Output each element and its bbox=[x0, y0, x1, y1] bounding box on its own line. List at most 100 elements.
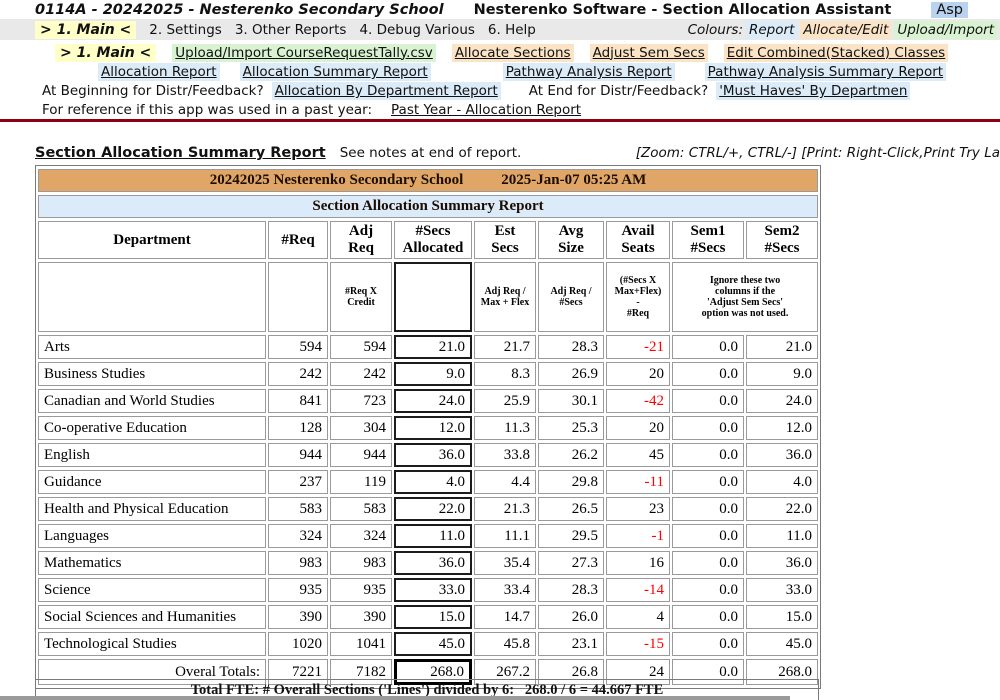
avg-size-cell: 25.3 bbox=[538, 416, 604, 440]
past-year-allocation-report-link[interactable]: Past Year - Allocation Report bbox=[388, 101, 584, 119]
req-cell: 128 bbox=[268, 416, 328, 440]
sem1-secs-cell: 0.0 bbox=[672, 443, 744, 467]
avail-seats-cell: 20 bbox=[606, 416, 670, 440]
adj-req-cell: 723 bbox=[330, 389, 392, 413]
allocation-by-department-link[interactable]: Allocation By Department Report bbox=[272, 82, 501, 100]
sem2-secs-cell: 24.0 bbox=[746, 389, 818, 413]
past-year-row: For reference if this app was used in a … bbox=[0, 101, 1000, 119]
col-header-6: Avail Seats bbox=[606, 221, 670, 259]
sem1-secs-cell: 0.0 bbox=[672, 605, 744, 629]
secs-allocated-cell[interactable]: 9.0 bbox=[394, 362, 472, 386]
tab-main[interactable]: > 1. Main < bbox=[35, 21, 136, 39]
secs-allocated-cell[interactable]: 45.0 bbox=[394, 632, 472, 656]
tab-settings[interactable]: 2. Settings bbox=[149, 22, 222, 38]
col-subheader-1 bbox=[268, 262, 328, 332]
horizontal-scrollbar[interactable] bbox=[0, 696, 790, 700]
avail-seats-cell: 23 bbox=[606, 497, 670, 521]
edit-combined-link[interactable]: Edit Combined(Stacked) Classes bbox=[724, 44, 948, 62]
avg-size-cell: 27.3 bbox=[538, 551, 604, 575]
department-cell: Guidance bbox=[38, 470, 266, 494]
secs-allocated-cell[interactable]: 36.0 bbox=[394, 551, 472, 575]
zoom-print-hints: [Zoom: CTRL/+, CTRL/-] [Print: Right-Cli… bbox=[636, 145, 1000, 161]
allocation-report-link[interactable]: Allocation Report bbox=[98, 63, 220, 81]
allocate-sections-link[interactable]: Allocate Sections bbox=[452, 44, 574, 62]
department-cell: Arts bbox=[38, 335, 266, 359]
secs-allocated-cell[interactable]: 21.0 bbox=[394, 335, 472, 359]
table-row: Health and Physical Education58358322.02… bbox=[38, 497, 818, 521]
department-cell: Technological Studies bbox=[38, 632, 266, 656]
allocation-summary-table: 20242025 Nesterenko Secondary School2025… bbox=[35, 165, 821, 689]
col-header-3: #Secs Allocated bbox=[394, 221, 472, 259]
est-secs-cell: 14.7 bbox=[474, 605, 536, 629]
adj-req-cell: 304 bbox=[330, 416, 392, 440]
past-year-label: For reference if this app was used in a … bbox=[42, 102, 372, 118]
avg-size-cell: 28.3 bbox=[538, 335, 604, 359]
adj-req-cell: 242 bbox=[330, 362, 392, 386]
req-cell: 324 bbox=[268, 524, 328, 548]
req-cell: 1020 bbox=[268, 632, 328, 656]
secs-allocated-cell[interactable]: 33.0 bbox=[394, 578, 472, 602]
pathway-analysis-report-link[interactable]: Pathway Analysis Report bbox=[503, 63, 675, 81]
col-header-5: Avg Size bbox=[538, 221, 604, 259]
req-cell: 935 bbox=[268, 578, 328, 602]
avg-size-cell: 23.1 bbox=[538, 632, 604, 656]
table-row: Business Studies2422429.08.326.9200.09.0 bbox=[38, 362, 818, 386]
adj-req-cell: 944 bbox=[330, 443, 392, 467]
col-subheader-2: #Req X Credit bbox=[330, 262, 392, 332]
est-secs-cell: 45.8 bbox=[474, 632, 536, 656]
avail-seats-cell: -15 bbox=[606, 632, 670, 656]
secs-allocated-cell[interactable]: 22.0 bbox=[394, 497, 472, 521]
est-secs-cell: 21.3 bbox=[474, 497, 536, 521]
sem1-secs-cell: 0.0 bbox=[672, 335, 744, 359]
caption-datetime: 2025-Jan-07 05:25 AM bbox=[501, 172, 646, 188]
secs-allocated-cell[interactable]: 12.0 bbox=[394, 416, 472, 440]
avg-size-cell: 26.9 bbox=[538, 362, 604, 386]
title-bar: 0114A - 20242025 - Nesterenko Secondary … bbox=[0, 0, 1000, 19]
secs-allocated-cell[interactable]: 11.0 bbox=[394, 524, 472, 548]
col-header-0: Department bbox=[38, 221, 266, 259]
sem2-secs-cell: 45.0 bbox=[746, 632, 818, 656]
sem2-secs-cell: 33.0 bbox=[746, 578, 818, 602]
est-secs-cell: 25.9 bbox=[474, 389, 536, 413]
secs-allocated-cell[interactable]: 24.0 bbox=[394, 389, 472, 413]
table-row: Languages32432411.011.129.5-10.011.0 bbox=[38, 524, 818, 548]
secs-allocated-cell[interactable]: 15.0 bbox=[394, 605, 472, 629]
secs-allocated-cell[interactable]: 4.0 bbox=[394, 470, 472, 494]
secs-allocated-cell[interactable]: 36.0 bbox=[394, 443, 472, 467]
sem1-secs-cell: 0.0 bbox=[672, 416, 744, 440]
req-cell: 237 bbox=[268, 470, 328, 494]
avail-seats-cell: 16 bbox=[606, 551, 670, 575]
req-cell: 841 bbox=[268, 389, 328, 413]
upload-import-link[interactable]: Upload/Import CourseRequestTally.csv bbox=[172, 44, 436, 62]
report-links-row: Allocation Report Allocation Summary Rep… bbox=[0, 63, 1000, 81]
tab-help[interactable]: 6. Help bbox=[488, 22, 536, 38]
adjust-sem-secs-link[interactable]: Adjust Sem Secs bbox=[590, 44, 708, 62]
sem2-secs-cell: 22.0 bbox=[746, 497, 818, 521]
est-secs-cell: 33.4 bbox=[474, 578, 536, 602]
asp-link[interactable]: Asp bbox=[931, 2, 968, 18]
tab-other-reports[interactable]: 3. Other Reports bbox=[235, 22, 347, 38]
avg-size-cell: 29.8 bbox=[538, 470, 604, 494]
department-cell: Business Studies bbox=[38, 362, 266, 386]
end-feedback-label: At End for Distr/Feedback? bbox=[529, 83, 708, 99]
col-header-2: Adj Req bbox=[330, 221, 392, 259]
req-cell: 242 bbox=[268, 362, 328, 386]
table-row: English94494436.033.826.2450.036.0 bbox=[38, 443, 818, 467]
avail-seats-cell: -1 bbox=[606, 524, 670, 548]
adj-req-cell: 983 bbox=[330, 551, 392, 575]
must-haves-by-department-link[interactable]: 'Must Haves' By Departmen bbox=[716, 82, 910, 100]
avail-seats-cell: 45 bbox=[606, 443, 670, 467]
allocation-summary-report-link[interactable]: Allocation Summary Report bbox=[240, 63, 431, 81]
avail-seats-cell: -14 bbox=[606, 578, 670, 602]
report-note: See notes at end of report. bbox=[340, 145, 522, 161]
est-secs-cell: 8.3 bbox=[474, 362, 536, 386]
adj-req-cell: 1041 bbox=[330, 632, 392, 656]
tab-debug-various[interactable]: 4. Debug Various bbox=[359, 22, 474, 38]
table-row: Guidance2371194.04.429.8-110.04.0 bbox=[38, 470, 818, 494]
sub-nav: > 1. Main < Upload/Import CourseRequestT… bbox=[0, 43, 1000, 62]
adj-req-cell: 935 bbox=[330, 578, 392, 602]
pathway-analysis-summary-report-link[interactable]: Pathway Analysis Summary Report bbox=[705, 63, 946, 81]
avail-seats-cell: 4 bbox=[606, 605, 670, 629]
report-title: Section Allocation Summary Report bbox=[35, 145, 326, 161]
allocation-summary-table-wrap: 20242025 Nesterenko Secondary School2025… bbox=[35, 165, 821, 689]
